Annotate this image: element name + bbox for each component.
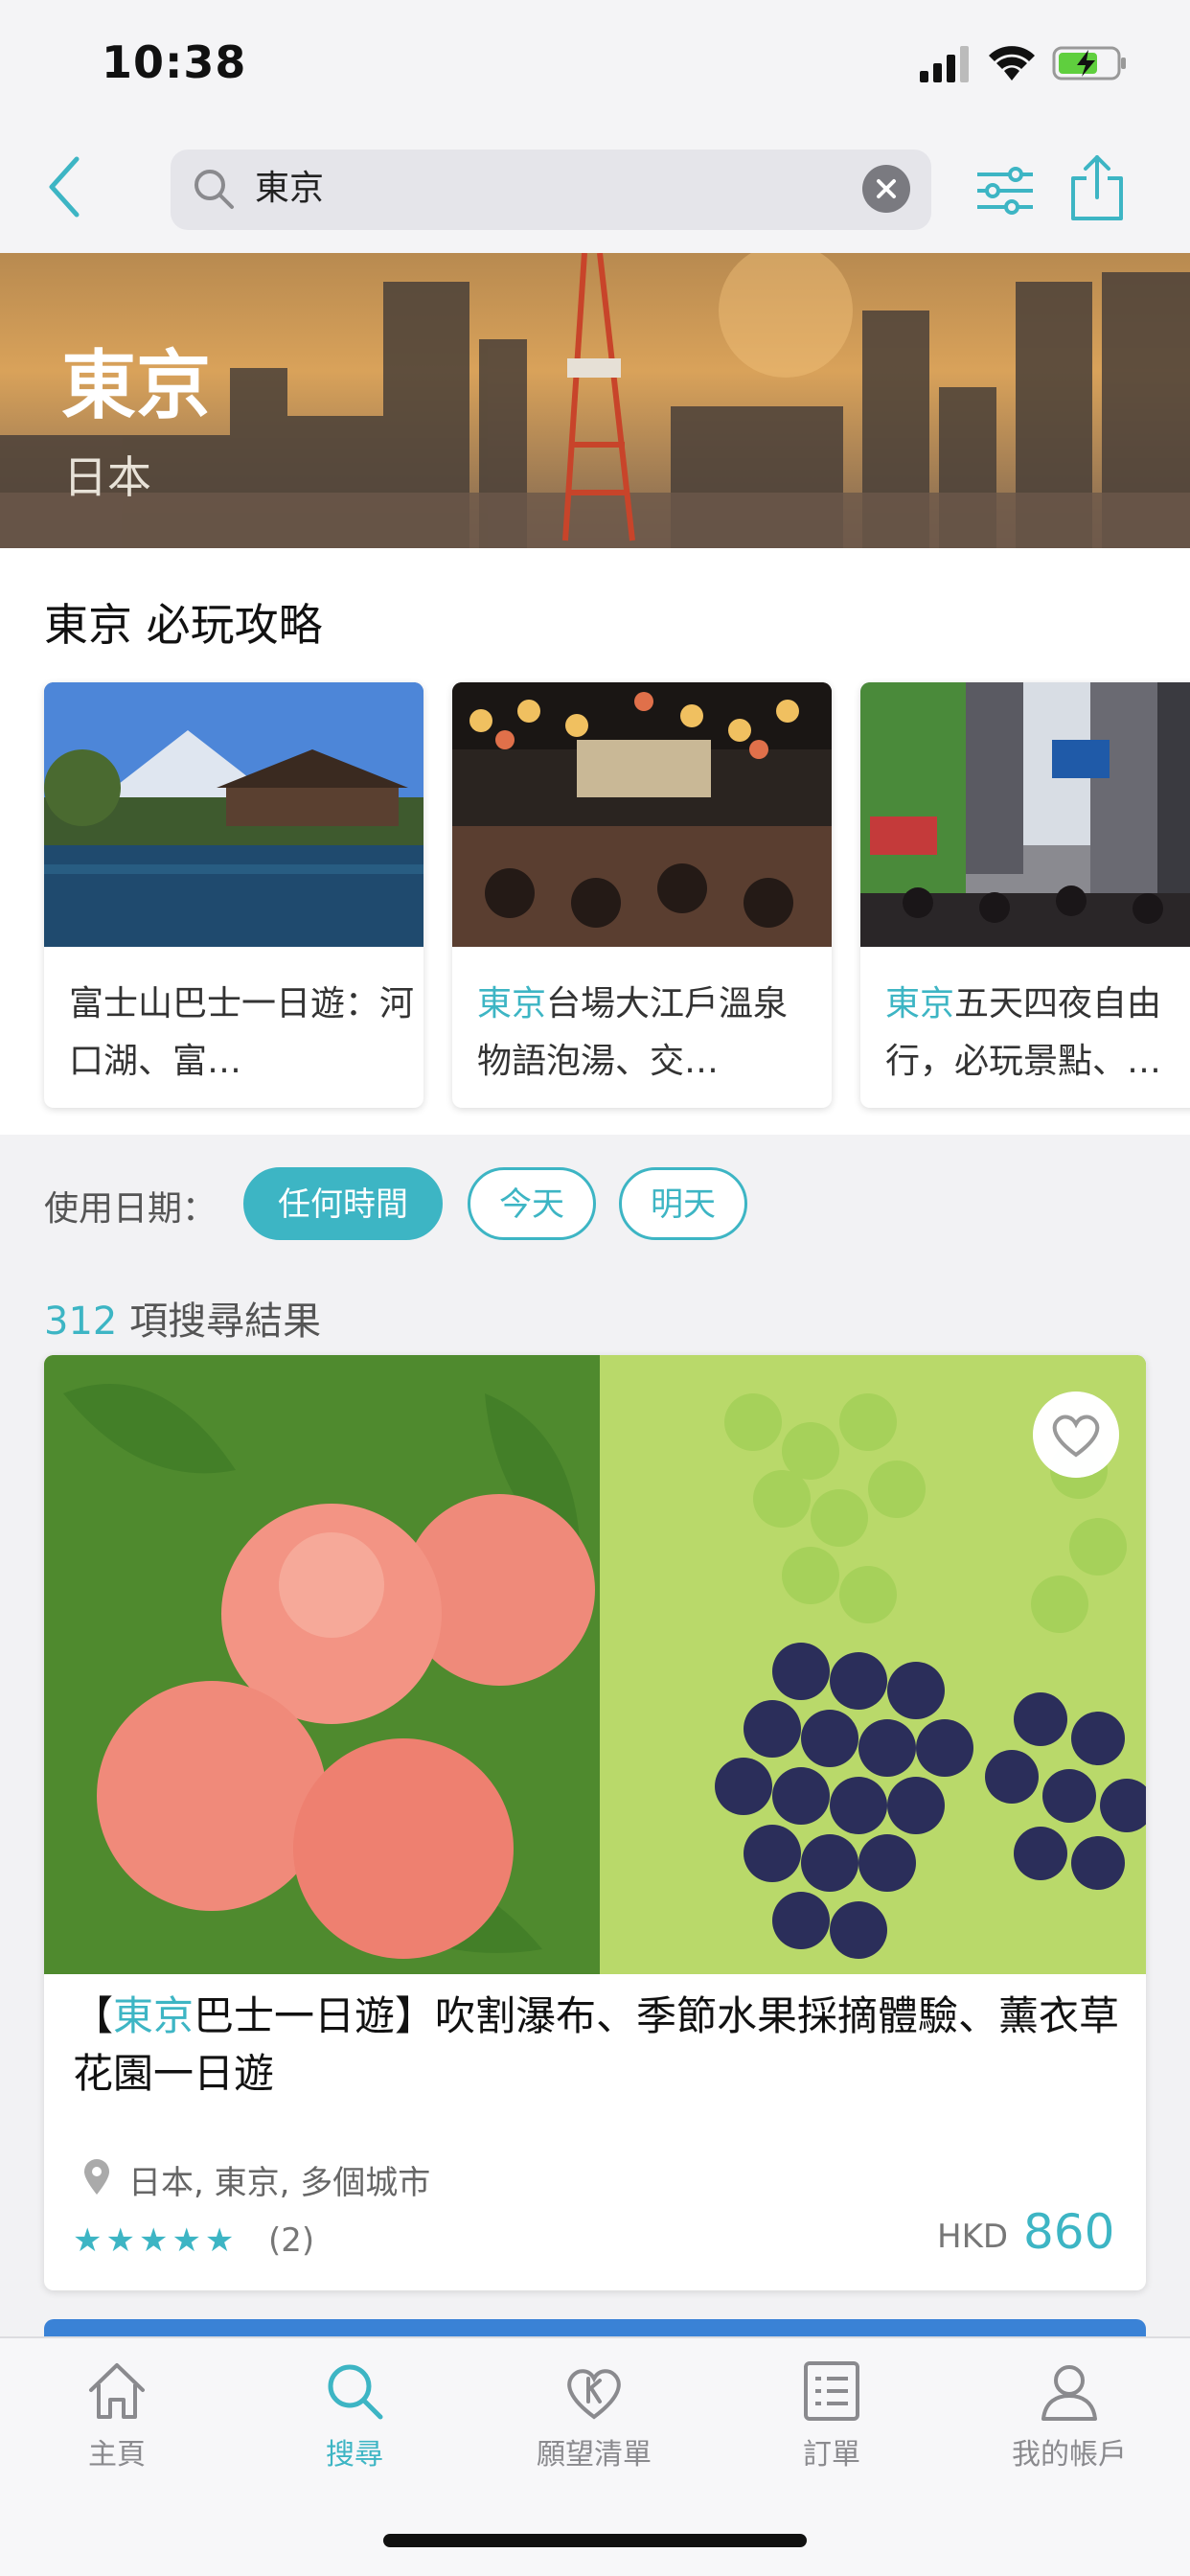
destination-country: 日本 [63,451,151,503]
date-option-today[interactable]: 今天 [468,1167,596,1240]
price-currency: HKD [937,2218,1009,2256]
wishlist-heart-icon[interactable] [1033,1392,1119,1478]
filter-sliders-icon[interactable] [975,163,1035,218]
tab-account[interactable]: 我的帳戶 [973,2358,1165,2472]
location-pin-icon [84,2159,109,2195]
guide-card-title: 東京台場大江戶溫泉物語泡湯、交… [477,984,789,1081]
result-card[interactable]: 【東京巴士一日遊】吹割瀑布、季節水果採摘體驗、薰衣草花園一日遊 日本, 東京, … [44,1355,1146,2290]
status-time: 10:38 [102,36,247,88]
tab-label: 訂單 [803,2438,860,2472]
back-arrow-icon[interactable] [42,153,88,220]
search-icon [328,2364,383,2420]
cellular-signal-icon [920,46,969,82]
search-input[interactable]: 東京 [255,165,324,213]
peach-grape-image [44,1355,1146,1974]
tab-home[interactable]: 主頁 [21,2358,213,2472]
guide-card[interactable]: 東京台場大江戶溫泉物語泡湯、交… [452,682,832,1108]
share-icon[interactable] [1067,153,1127,222]
destination-title: 東京 [61,343,212,429]
clear-search-icon[interactable] [862,165,910,213]
date-option-any-time[interactable]: 任何時間 [243,1167,443,1240]
review-count: (2) [268,2221,315,2260]
orders-icon [804,2361,859,2421]
guide-card[interactable]: 富士山巴士一日遊：河口湖、富… [44,682,423,1108]
wishlist-icon [567,2369,621,2420]
shinjuku-street-image [860,682,1190,947]
rating-stars: ★★★★★ [73,2221,239,2260]
fuji-village-image [44,682,423,947]
tab-label: 我的帳戶 [1012,2438,1127,2472]
price-value: 860 [1023,2204,1115,2260]
battery-charging-icon [1052,46,1126,80]
results-count: 312 項搜尋結果 [44,1300,322,1344]
tab-label: 搜尋 [326,2438,383,2472]
guide-card-title: 富士山巴士一日遊：河口湖、富… [69,984,414,1081]
wifi-icon [989,46,1035,80]
result-title: 【東京巴士一日遊】吹割瀑布、季節水果採摘體驗、薰衣草花園一日遊 [73,1992,1120,2097]
result-location: 日本, 東京, 多個城市 [128,2164,431,2202]
section-title: 東京 必玩攻略 [44,599,323,651]
date-filter-label: 使用日期： [44,1189,217,1229]
home-indicator[interactable] [383,2534,807,2547]
search-icon [195,170,234,209]
tab-label: 主頁 [88,2438,146,2472]
tab-orders[interactable]: 訂單 [736,2358,927,2472]
account-icon [1041,2365,1097,2421]
home-icon [89,2363,145,2419]
guide-card-title: 東京五天四夜自由行，必玩景點、… [885,984,1162,1081]
guide-card[interactable]: 東京五天四夜自由行，必玩景點、… [860,682,1190,1108]
onsen-festival-image [452,682,832,947]
date-option-tomorrow[interactable]: 明天 [619,1167,747,1240]
tab-wishlist[interactable]: 願望清單 [498,2358,690,2472]
tab-search[interactable]: 搜尋 [259,2358,450,2472]
tab-label: 願望清單 [537,2438,652,2472]
